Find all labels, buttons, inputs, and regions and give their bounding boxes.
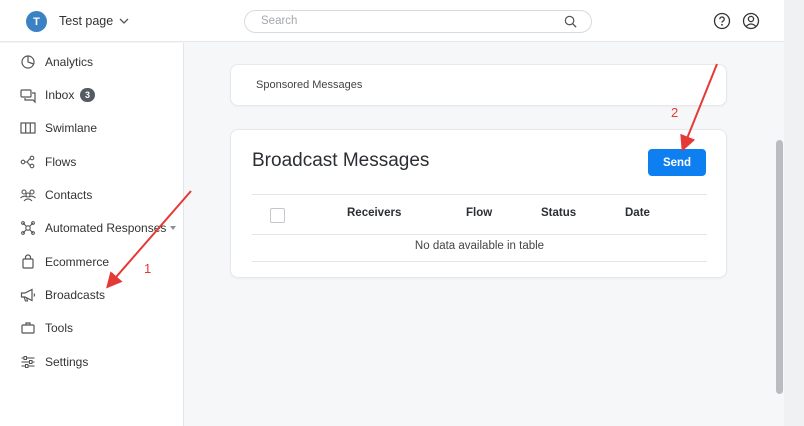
sidebar-item-broadcasts[interactable]: Broadcasts: [0, 283, 184, 307]
top-bar: T Test page Search: [0, 0, 784, 42]
table-divider: [252, 261, 707, 262]
chevron-down-icon[interactable]: [118, 15, 130, 27]
sidebar-item-contacts[interactable]: Contacts: [0, 183, 184, 207]
sidebar-item-analytics[interactable]: Analytics: [0, 50, 184, 74]
sidebar: Analytics Inbox 3 Swimlane Flows Contact…: [0, 43, 184, 426]
column-header-date[interactable]: Date: [625, 207, 650, 219]
app-window: T Test page Search Analytics Inbox 3 Swi…: [0, 0, 804, 426]
sidebar-item-ecommerce[interactable]: Ecommerce: [0, 250, 184, 274]
tools-icon: [21, 322, 35, 334]
column-header-receivers[interactable]: Receivers: [347, 207, 401, 219]
ecommerce-icon: [22, 254, 34, 269]
sidebar-item-label: Inbox: [45, 88, 75, 102]
sidebar-item-inbox[interactable]: Inbox 3: [0, 83, 184, 107]
sidebar-item-label: Flows: [45, 155, 77, 169]
annotation-step-1: 1: [144, 261, 152, 276]
user-profile-icon[interactable]: [742, 12, 760, 30]
sidebar-item-label: Tools: [45, 321, 74, 335]
sponsored-messages-card[interactable]: Sponsored Messages: [230, 64, 727, 106]
swimlane-icon: [20, 122, 36, 134]
search-placeholder: Search: [261, 15, 298, 27]
sponsored-messages-label: Sponsored Messages: [256, 79, 363, 91]
inbox-count-badge: 3: [80, 88, 95, 102]
flows-icon: [20, 155, 35, 169]
help-icon[interactable]: [713, 12, 731, 30]
table-divider: [252, 194, 707, 195]
sidebar-item-label: Contacts: [45, 188, 93, 202]
submenu-caret-icon[interactable]: [170, 226, 176, 230]
table-empty-message: No data available in table: [414, 240, 545, 252]
broadcast-title: Broadcast Messages: [252, 150, 430, 171]
sidebar-item-label: Analytics: [45, 55, 94, 69]
contacts-icon: [20, 189, 36, 202]
search-icon[interactable]: [563, 14, 578, 29]
search-input[interactable]: Search: [244, 10, 592, 33]
sidebar-item-tools[interactable]: Tools: [0, 316, 184, 340]
column-header-flow[interactable]: Flow: [466, 207, 492, 219]
settings-sliders-icon: [21, 356, 35, 368]
sidebar-item-automated-responses[interactable]: Automated Responses: [0, 216, 184, 240]
scrollbar-thumb[interactable]: [776, 140, 783, 394]
page-avatar[interactable]: T: [26, 11, 47, 32]
broadcast-messages-card: Broadcast Messages Send Receivers Flow S…: [230, 129, 727, 278]
table-divider: [252, 234, 707, 235]
megaphone-icon: [20, 288, 36, 302]
column-header-status[interactable]: Status: [541, 207, 576, 219]
sidebar-item-label: Broadcasts: [45, 288, 106, 302]
sidebar-item-flows[interactable]: Flows: [0, 150, 184, 174]
page-selector-label[interactable]: Test page: [59, 14, 113, 28]
sidebar-item-label: Swimlane: [45, 121, 98, 135]
annotation-step-2: 2: [671, 105, 679, 120]
select-all-checkbox[interactable]: [270, 208, 285, 223]
automated-responses-icon: [21, 221, 35, 235]
send-button[interactable]: Send: [648, 149, 706, 176]
inbox-icon: [20, 89, 36, 104]
sidebar-item-swimlane[interactable]: Swimlane: [0, 116, 184, 140]
sidebar-item-settings[interactable]: Settings: [0, 350, 184, 374]
analytics-icon: [21, 55, 35, 69]
sidebar-item-label: Ecommerce: [45, 255, 110, 269]
sidebar-item-label: Settings: [45, 355, 89, 369]
sidebar-item-label: Automated Responses: [45, 221, 167, 235]
scrollbar-track[interactable]: [784, 0, 804, 426]
